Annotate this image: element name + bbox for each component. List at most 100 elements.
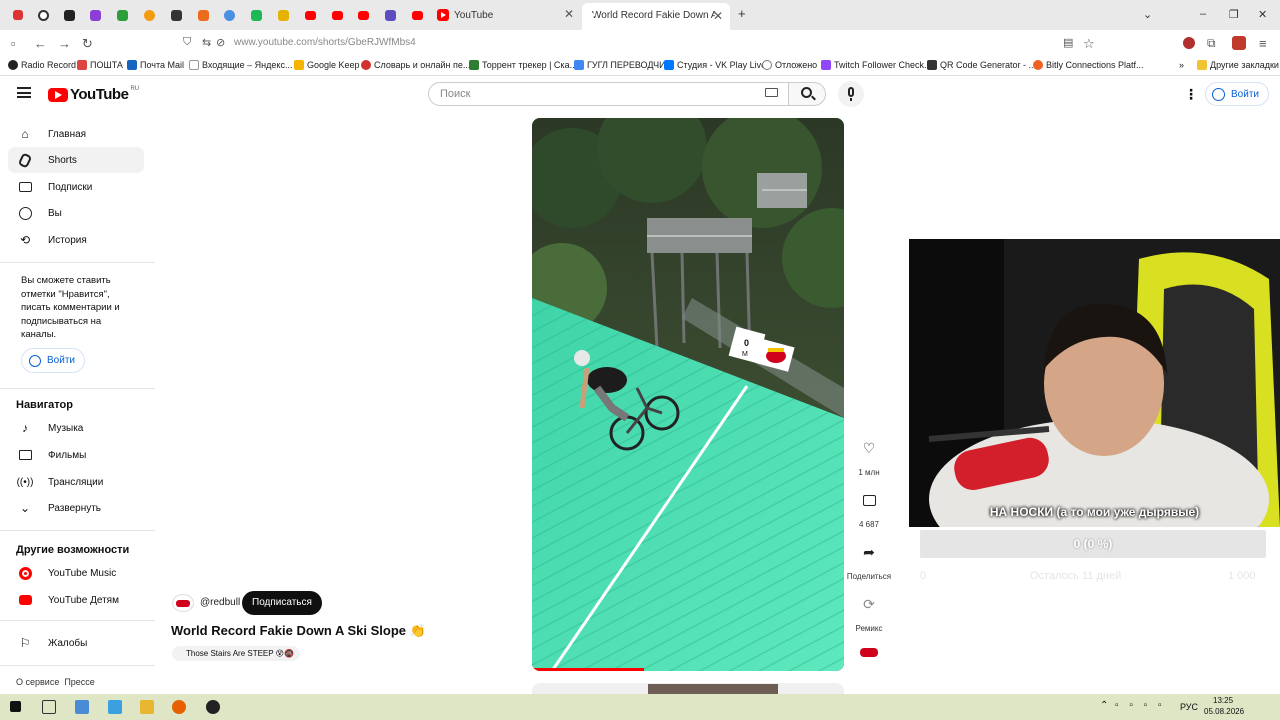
sidebar-item-music[interactable]: ♪ Музыка — [8, 415, 144, 441]
sidebar-item-shorts[interactable]: Shorts — [8, 147, 144, 173]
share-button[interactable]: ➦ — [854, 537, 884, 567]
tab-icon[interactable] — [198, 10, 209, 21]
url-field[interactable]: www.youtube.com/shorts/GbeRJWfMbs4 — [234, 37, 416, 48]
sidebar-item-history[interactable]: ⟲ История — [8, 227, 144, 253]
bookmark-item[interactable]: Входящие – Яндекс... — [189, 60, 292, 70]
sidebar-item-subscriptions[interactable]: Подписки — [8, 174, 144, 200]
sidebar-sign-in-button[interactable]: Войти — [21, 348, 85, 373]
sidebar-item-expand[interactable]: ⌄ Развернуть — [8, 495, 144, 521]
bookmark-item[interactable]: Bitly Connections Platf... — [1033, 60, 1144, 70]
tab-icon[interactable] — [358, 11, 369, 20]
sidebar-item-movies[interactable]: Фильмы — [8, 442, 144, 468]
bookmark-item[interactable]: ГУГЛ ПЕРЕВОДЧИК — [574, 60, 671, 70]
channel-handle[interactable]: @redbull — [200, 597, 240, 608]
sidebar-item-complaints[interactable]: ⚐ Жалобы — [8, 630, 144, 656]
tab-icon[interactable] — [117, 10, 128, 21]
comments-button[interactable] — [854, 485, 884, 515]
back-icon[interactable]: ← — [34, 36, 47, 51]
tab-icon[interactable] — [38, 10, 49, 21]
sidebar-item-you[interactable]: Вы — [8, 200, 144, 226]
video-title[interactable]: World Record Fakie Down A Ski Slope 👏 — [171, 623, 426, 639]
search-taskbar-icon[interactable] — [42, 700, 56, 714]
keyboard-language[interactable]: РУС — [1180, 702, 1198, 712]
shield-icon[interactable]: ⛉ — [183, 36, 191, 49]
forward-icon[interactable]: → — [58, 36, 71, 51]
tab-icon[interactable] — [251, 10, 262, 21]
tab-icon[interactable] — [171, 10, 182, 21]
firefox-icon[interactable] — [172, 700, 186, 714]
menu-icon[interactable]: ≡ — [1259, 36, 1267, 51]
hamburger-menu-icon[interactable] — [17, 87, 31, 98]
sidebar-item-youtube-kids[interactable]: YouTube Детям — [8, 587, 144, 613]
other-bookmarks[interactable]: Другие закладки — [1197, 60, 1279, 70]
tab-youtube[interactable]: YouTube — [437, 4, 493, 26]
maximize-icon[interactable]: ❐ — [1229, 8, 1239, 21]
site-settings-icon[interactable]: ⇆ — [202, 36, 211, 49]
photos-icon[interactable] — [108, 700, 122, 714]
profile-avatar-icon[interactable] — [1183, 37, 1195, 49]
bookmark-item[interactable]: Google Keep — [294, 60, 360, 70]
minimize-icon[interactable]: – — [1200, 8, 1206, 20]
remix-button[interactable]: ⟳ — [854, 589, 884, 619]
next-short-preview[interactable] — [532, 683, 844, 694]
shorts-video-player[interactable]: 0 M — [532, 118, 844, 671]
sign-in-button[interactable]: Войти — [1205, 82, 1269, 106]
bookmark-item[interactable]: ПОШТА — [77, 60, 123, 70]
search-input[interactable]: Поиск — [440, 88, 470, 100]
search-box[interactable]: Поиск — [428, 82, 788, 106]
bookmark-item[interactable]: Словарь и онлайн пе... — [361, 60, 470, 70]
calculator-icon[interactable] — [75, 700, 89, 714]
like-button[interactable]: ♡ — [854, 433, 884, 463]
tab-icon[interactable] — [412, 11, 423, 20]
sound-channel-avatar[interactable] — [858, 645, 880, 661]
bookmark-item[interactable]: Почта Mail — [127, 60, 184, 70]
subscribe-button[interactable]: Подписаться — [242, 591, 322, 615]
reader-mode-icon[interactable]: ▤ — [1063, 36, 1073, 49]
tray-icons[interactable]: ▫ ▫ ▫ ▫ — [1115, 700, 1166, 711]
clock-time[interactable]: 13:25 — [1213, 696, 1233, 705]
file-explorer-icon[interactable] — [140, 700, 154, 714]
more-options-icon[interactable]: ⋮ — [1184, 86, 1198, 103]
obs-icon[interactable] — [206, 700, 220, 714]
sidebar-footer-links[interactable]: О сервисе Прессе — [16, 677, 95, 687]
tab-icon[interactable] — [90, 10, 101, 21]
tab-list-chevron-icon[interactable]: ⌄ — [1143, 8, 1152, 21]
permissions-icon[interactable]: ⊘ — [216, 36, 225, 49]
clock-date[interactable]: 05.08.2026 — [1204, 707, 1244, 716]
channel-avatar[interactable] — [172, 594, 194, 612]
bookmark-item[interactable]: QR Code Generator - ... — [927, 60, 1036, 70]
bookmark-item[interactable]: Торрент трекер | Ска... — [469, 60, 577, 70]
tray-chevron-icon[interactable]: ⌃ — [1100, 700, 1108, 711]
reload-icon[interactable]: ↻ — [82, 36, 93, 52]
youtube-logo[interactable]: YouTube RU — [48, 86, 139, 103]
new-tab-icon[interactable]: + — [738, 6, 746, 21]
bookmark-item[interactable]: Twitch Follower Check... — [821, 60, 932, 70]
sidebar-toggle-icon[interactable]: ▫ — [11, 36, 16, 51]
close-window-icon[interactable]: ✕ — [1258, 8, 1267, 21]
keyboard-icon[interactable] — [765, 88, 778, 97]
tab-icon[interactable] — [305, 11, 316, 20]
bookmark-star-icon[interactable]: ☆ — [1083, 36, 1095, 52]
extension-badge-icon[interactable] — [1232, 36, 1246, 50]
tab-icon[interactable] — [144, 10, 155, 21]
voice-search-button[interactable] — [838, 81, 864, 107]
sidebar-item-youtube-music[interactable]: YouTube Music — [8, 560, 144, 586]
bookmark-item[interactable]: Отложено — [762, 60, 817, 70]
bookmark-item[interactable]: Студия - VK Play Live — [664, 60, 766, 70]
video-subtitle-chip[interactable]: Those Stairs Are STEEP 😵🚳 — [172, 646, 300, 661]
search-button[interactable] — [788, 82, 826, 106]
tab-icon[interactable] — [224, 10, 235, 21]
tab-icon[interactable] — [385, 10, 396, 21]
tab-icon[interactable] — [64, 10, 75, 21]
tab-icon[interactable] — [278, 10, 289, 21]
tab-active[interactable]: World Record Fakie Down A ✕ — [582, 3, 730, 30]
start-windows-icon[interactable] — [10, 701, 21, 712]
extensions-icon[interactable]: ⧉ — [1207, 36, 1216, 51]
close-tab-icon[interactable]: ✕ — [713, 9, 723, 23]
sidebar-item-live[interactable]: ((•)) Трансляции — [8, 469, 144, 495]
sidebar-item-home[interactable]: ⌂ Главная — [8, 121, 144, 147]
more-bookmarks-icon[interactable]: » — [1179, 60, 1184, 70]
close-tab-icon[interactable]: ✕ — [564, 7, 574, 21]
tab-icon[interactable] — [13, 10, 23, 20]
tab-icon[interactable] — [332, 11, 343, 20]
